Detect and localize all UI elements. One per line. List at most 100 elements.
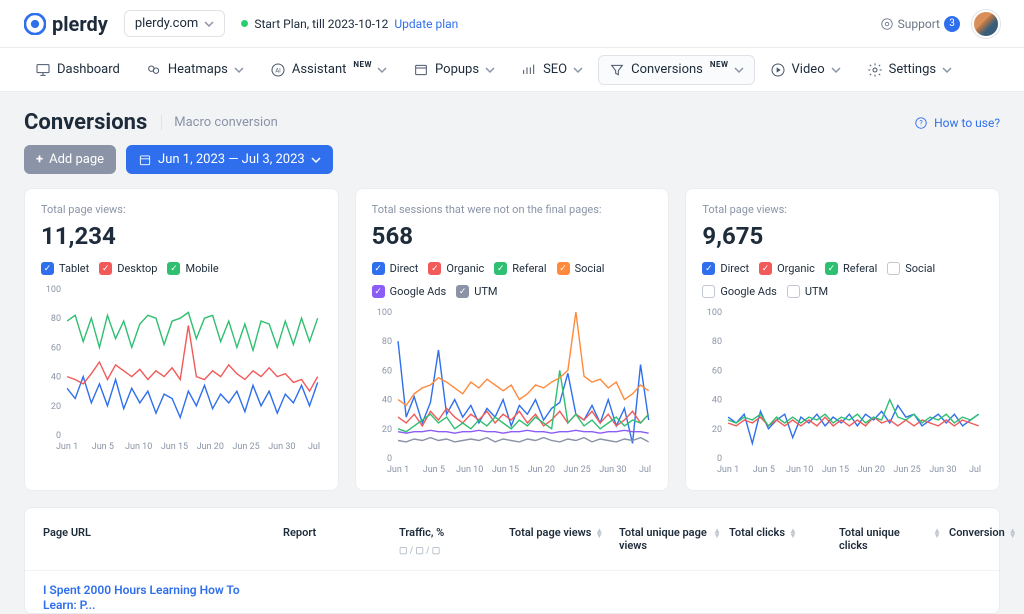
legend-item[interactable]: ✓Direct: [372, 262, 419, 275]
checkbox-icon: [702, 285, 715, 298]
site-selector[interactable]: plerdy.com: [124, 10, 226, 37]
row-url-link[interactable]: I Spent 2000 Hours Learning How To Learn…: [43, 583, 240, 612]
legend-item[interactable]: ✓Mobile: [167, 262, 218, 275]
checkbox-icon: [787, 285, 800, 298]
how-to-use-link[interactable]: ? How to use?: [914, 116, 1000, 130]
gear-icon: [880, 17, 894, 31]
sort-icon[interactable]: ▲▼: [1009, 528, 1017, 538]
legend-item[interactable]: Social: [887, 262, 935, 275]
legend-item[interactable]: ✓Organic: [428, 262, 484, 275]
svg-text:AI: AI: [275, 67, 281, 74]
svg-text:100: 100: [707, 308, 722, 318]
svg-text:Jun 5: Jun 5: [753, 465, 775, 475]
svg-text:Jun 20: Jun 20: [197, 442, 224, 452]
brand-text: plerdy: [52, 12, 108, 36]
nav-video[interactable]: Video: [759, 55, 852, 85]
th-tupv[interactable]: Total unique page views: [619, 526, 709, 552]
add-page-button[interactable]: + Add page: [24, 145, 116, 174]
svg-text:Jun 30: Jun 30: [599, 465, 626, 475]
svg-text:80: 80: [382, 337, 392, 347]
legend-item[interactable]: ✓Social: [557, 262, 605, 275]
nav-popups[interactable]: Popups: [402, 55, 506, 85]
sort-icon[interactable]: ▲▼: [789, 528, 797, 538]
checkbox-icon: ✓: [759, 262, 772, 275]
svg-text:Jun 30: Jun 30: [930, 465, 957, 475]
legend-label: Organic: [777, 262, 815, 275]
svg-text:?: ?: [919, 119, 923, 127]
nav-label: Dashboard: [57, 62, 120, 77]
plan-info: Start Plan, till 2023-10-12 Update plan: [241, 17, 458, 31]
svg-text:Jun 15: Jun 15: [491, 465, 518, 475]
legend: ✓Tablet ✓Desktop ✓Mobile: [41, 262, 322, 275]
th-tc[interactable]: Total clicks: [729, 526, 785, 539]
svg-text:Jun 1: Jun 1: [387, 465, 409, 475]
legend: ✓Direct ✓Organic ✓Referal ✓Social ✓Google Ad…: [372, 262, 653, 298]
charts-row: Total page views: 11,234 ✓Tablet✓Desktop…: [0, 188, 1024, 491]
legend-item[interactable]: ✓Referal: [825, 262, 877, 275]
topbar: plerdy plerdy.com Start Plan, till 2023-…: [0, 0, 1024, 48]
checkbox-icon: ✓: [372, 285, 385, 298]
chart-3: 020406080100Jun 1Jun 5Jun 10Jun 15Jun 20…: [702, 306, 983, 476]
svg-text:20: 20: [382, 425, 392, 435]
chevron-down-icon: [204, 19, 214, 29]
card-label: Total sessions that were not on the fina…: [372, 203, 653, 216]
support-link[interactable]: Support 3: [880, 16, 960, 32]
nav-label: SEO: [543, 62, 567, 77]
th-report[interactable]: Report: [283, 526, 316, 539]
nav-label: Heatmaps: [168, 62, 228, 77]
svg-text:100: 100: [46, 285, 61, 295]
sort-icon[interactable]: ▲▼: [933, 528, 941, 538]
nav-heatmaps[interactable]: Heatmaps: [135, 55, 255, 85]
nav-conversions[interactable]: ConversionsNEW: [598, 55, 754, 85]
sort-icon[interactable]: ▲▼: [713, 528, 721, 538]
legend-item[interactable]: ✓Tablet: [41, 262, 89, 275]
checkbox-icon: ✓: [428, 262, 441, 275]
th-tuc[interactable]: Total unique clicks: [839, 526, 929, 552]
svg-text:Jun 1: Jun 1: [717, 465, 739, 475]
sort-icon[interactable]: ▲▼: [595, 528, 603, 538]
calendar-icon: [138, 153, 152, 167]
legend-item[interactable]: ✓ Organic: [759, 262, 815, 275]
svg-text:Jun 5: Jun 5: [92, 442, 114, 452]
nav-label: Settings: [889, 62, 936, 77]
svg-text:Jun 15: Jun 15: [161, 442, 188, 452]
nav-assistant[interactable]: AI AssistantNEW: [259, 55, 398, 85]
th-traffic[interactable]: Traffic, %: [399, 526, 444, 539]
svg-text:Jun 25: Jun 25: [563, 465, 590, 475]
svg-text:Jun 20: Jun 20: [527, 465, 554, 475]
card-label: Total page views:: [702, 203, 983, 216]
card-value: 9,675: [702, 222, 983, 250]
ai-icon: AI: [270, 62, 286, 78]
legend: ✓Direct ✓ Organic ✓Referal Social Google Ads U…: [702, 262, 983, 298]
legend-item[interactable]: ✓Desktop: [99, 262, 157, 275]
legend-item[interactable]: ✓Direct: [702, 262, 749, 275]
nav-label: Video: [792, 62, 825, 77]
toolbar: + Add page Jun 1, 2023 — Jul 3, 2023: [0, 145, 1024, 188]
legend-item[interactable]: Google Ads: [702, 285, 777, 298]
svg-text:Jul 1: Jul 1: [969, 465, 983, 475]
nav-seo[interactable]: SEO: [510, 55, 594, 85]
svg-text:Jul 1: Jul 1: [639, 465, 653, 475]
heatmap-icon: [146, 62, 162, 78]
date-range-button[interactable]: Jun 1, 2023 — Jul 3, 2023: [126, 145, 333, 174]
logo[interactable]: plerdy: [24, 12, 108, 36]
card-total-page-views: Total page views: 11,234 ✓Tablet✓Desktop…: [24, 188, 339, 491]
svg-text:Jun 10: Jun 10: [786, 465, 813, 475]
update-plan-link[interactable]: Update plan: [394, 17, 458, 31]
legend-item[interactable]: ✓UTM: [456, 285, 497, 298]
avatar[interactable]: [972, 10, 1000, 38]
legend-item[interactable]: ✓Referal: [494, 262, 546, 275]
add-page-label: Add page: [49, 152, 104, 167]
legend-item[interactable]: UTM: [787, 285, 828, 298]
status-dot-icon: [241, 20, 248, 27]
nav-label: Assistant: [292, 62, 347, 77]
nav-settings[interactable]: Settings: [856, 55, 963, 85]
legend-item[interactable]: ✓Google Ads: [372, 285, 447, 298]
checkbox-icon: ✓: [372, 262, 385, 275]
nav-label: Conversions: [631, 62, 703, 77]
th-tpv[interactable]: Total page views: [509, 526, 591, 539]
svg-text:20: 20: [712, 425, 722, 435]
nav-dashboard[interactable]: Dashboard: [24, 55, 131, 85]
th-url[interactable]: Page URL: [43, 526, 91, 539]
th-conv[interactable]: Conversion: [949, 526, 1005, 539]
